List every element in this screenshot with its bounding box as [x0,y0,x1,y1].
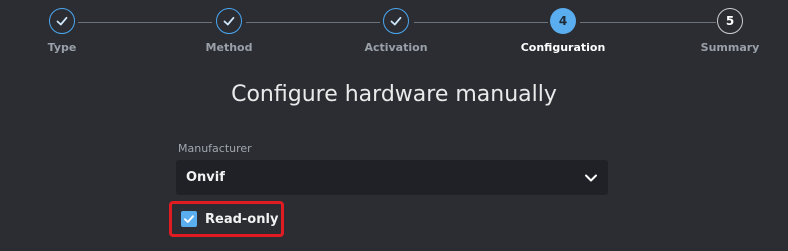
step-activation[interactable]: Activation [336,8,456,54]
read-only-checkbox[interactable] [181,211,197,227]
manufacturer-value: Onvif [186,170,225,185]
check-icon [49,8,75,34]
step-summary[interactable]: 5 Summary [670,8,788,54]
manufacturer-label: Manufacturer [178,142,252,155]
step-label: Activation [364,41,428,54]
step-type[interactable]: Type [2,8,122,54]
check-icon [383,8,409,34]
step-method[interactable]: Method [169,8,289,54]
step-label: Method [205,41,253,54]
step-label: Summary [700,41,760,54]
read-only-label: Read-only [205,211,279,227]
chevron-down-icon [584,171,598,185]
check-icon [216,8,242,34]
manufacturer-select[interactable]: Onvif [176,160,608,195]
step-label: Type [47,41,77,54]
step-label: Configuration [520,41,606,54]
read-only-option[interactable]: Read-only [169,201,284,237]
step-number: 5 [717,8,743,34]
step-configuration[interactable]: 4 Configuration [503,8,623,54]
check-icon [184,215,194,223]
step-number: 4 [550,8,576,34]
wizard-stepper: Type Method Activation 4 Configuration 5… [0,0,788,70]
page-title: Configure hardware manually [231,82,557,107]
